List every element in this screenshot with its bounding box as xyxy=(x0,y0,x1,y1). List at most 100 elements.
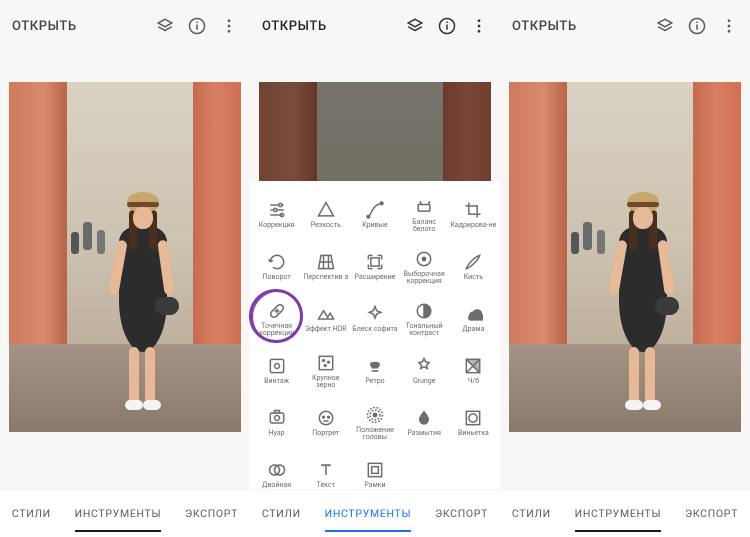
screen-main-left: ОТКРЫТЬ xyxy=(0,0,250,537)
rotate-icon xyxy=(267,252,287,272)
tool-label: Блеск софита xyxy=(352,326,397,333)
white-bal-icon xyxy=(414,197,434,217)
tool-rotate[interactable]: Поворот xyxy=(252,241,301,293)
grainy-icon xyxy=(316,353,336,373)
tab-styles[interactable]: СТИЛИ xyxy=(508,501,555,526)
more-icon[interactable] xyxy=(720,17,738,35)
tool-label: Ч/б xyxy=(468,378,480,385)
tool-retrolux[interactable]: Ретро xyxy=(350,345,399,397)
tool-expand[interactable]: Расширение xyxy=(350,241,399,293)
tool-label: Положение головы xyxy=(352,427,398,442)
screen-tools-open: ОТКРЫТЬ xyxy=(250,0,500,537)
tool-noir[interactable]: Нуар xyxy=(252,397,301,449)
info-icon[interactable] xyxy=(688,17,706,35)
tool-brush[interactable]: Кисть xyxy=(449,241,498,293)
bottom-nav: СТИЛИ ИНСТРУМЕНТЫ ЭКСПОРТ xyxy=(250,489,500,537)
portrait-icon xyxy=(316,408,336,428)
tool-drama[interactable]: Драма xyxy=(449,293,498,345)
tool-label: Резкость xyxy=(311,222,341,229)
healing-icon xyxy=(267,301,287,321)
tool-white-bal[interactable]: Баланс белого xyxy=(400,189,449,241)
tab-export[interactable]: ЭКСПОРТ xyxy=(181,501,242,526)
tool-label: Кисть xyxy=(464,274,483,281)
info-icon[interactable] xyxy=(438,17,456,35)
tool-perspective[interactable]: Перспектив а xyxy=(301,241,350,293)
canvas-area xyxy=(500,52,750,489)
tool-label: Нуар xyxy=(269,430,285,437)
tab-tools[interactable]: ИНСТРУМЕНТЫ xyxy=(321,501,416,526)
tab-styles[interactable]: СТИЛИ xyxy=(258,501,305,526)
tool-selective[interactable]: Выборочная коррекция xyxy=(400,241,449,293)
tool-label: Тональный контраст xyxy=(401,323,447,338)
tool-label: Выборочная коррекция xyxy=(401,271,447,286)
tool-grainy[interactable]: Крупное зерно xyxy=(301,345,350,397)
text-icon xyxy=(316,460,336,480)
tool-label: Ретро xyxy=(365,378,384,385)
selective-icon xyxy=(414,249,434,269)
tool-tonal[interactable]: Тональный контраст xyxy=(400,293,449,345)
brush-icon xyxy=(463,252,483,272)
vintage-icon xyxy=(267,356,287,376)
tools-grid: Коррекция Резкость КривыеБаланс белогоКадр… xyxy=(250,189,500,501)
tool-label: Поворот xyxy=(262,274,290,281)
tab-export[interactable]: ЭКСПОРТ xyxy=(681,501,742,526)
tool-crop[interactable]: Кадрирова-не xyxy=(449,189,498,241)
open-button[interactable]: ОТКРЫТЬ xyxy=(512,19,642,34)
curves-icon xyxy=(365,200,385,220)
tools-sheet: Коррекция Резкость КривыеБаланс белогоКадр… xyxy=(250,181,500,489)
expand-icon xyxy=(365,252,385,272)
tool-label: Размытия xyxy=(407,430,441,437)
tool-healing[interactable]: Точечная коррекция xyxy=(252,293,301,345)
tool-details[interactable]: Резкость xyxy=(301,189,350,241)
screen-main-right: ОТКРЫТЬ xyxy=(500,0,750,537)
info-icon[interactable] xyxy=(188,17,206,35)
crop-icon xyxy=(463,200,483,220)
tool-label: Точечная коррекция xyxy=(254,323,300,338)
topbar: ОТКРЫТЬ xyxy=(500,0,750,52)
bw-icon xyxy=(463,356,483,376)
tool-label: Расширение xyxy=(354,274,395,281)
tool-bw[interactable]: Ч/б xyxy=(449,345,498,397)
layers-icon[interactable] xyxy=(156,17,174,35)
tool-label: Кадрирова-не xyxy=(450,222,496,229)
topbar: ОТКРЫТЬ xyxy=(250,0,500,52)
topbar: ОТКРЫТЬ xyxy=(0,0,250,52)
tool-grunge[interactable]: Grunge xyxy=(400,345,449,397)
layers-icon[interactable] xyxy=(656,17,674,35)
tool-glamour[interactable]: Блеск софита xyxy=(350,293,399,345)
tool-curves[interactable]: Кривые xyxy=(350,189,399,241)
tool-portrait[interactable]: Портрет xyxy=(301,397,350,449)
tonal-icon xyxy=(414,301,434,321)
tool-vintage[interactable]: Винтаж xyxy=(252,345,301,397)
tool-label: Grunge xyxy=(413,378,436,385)
tool-hdr[interactable]: Эффект HDR xyxy=(301,293,350,345)
tool-headpose[interactable]: Положение головы xyxy=(350,397,399,449)
tune-icon xyxy=(267,200,287,220)
tool-label: Драма xyxy=(462,326,484,333)
tool-blur[interactable]: Размытия xyxy=(400,397,449,449)
tab-tools[interactable]: ИНСТРУМЕНТЫ xyxy=(71,501,166,526)
tab-export[interactable]: ЭКСПОРТ xyxy=(431,501,492,526)
tool-tune[interactable]: Коррекция xyxy=(252,189,301,241)
tool-label: Эффект HDR xyxy=(305,326,346,333)
tool-label: Перспектив а xyxy=(303,274,348,281)
photo-preview[interactable] xyxy=(509,82,741,432)
open-button[interactable]: ОТКРЫТЬ xyxy=(262,19,392,34)
tool-label: Виньетка xyxy=(458,430,489,437)
glamour-icon xyxy=(365,304,385,324)
tab-tools[interactable]: ИНСТРУМЕНТЫ xyxy=(571,501,666,526)
frames-icon xyxy=(365,460,385,480)
more-icon[interactable] xyxy=(220,17,238,35)
details-icon xyxy=(316,200,336,220)
headpose-icon xyxy=(365,405,385,425)
hdr-icon xyxy=(316,304,336,324)
tab-styles[interactable]: СТИЛИ xyxy=(8,501,55,526)
noir-icon xyxy=(267,408,287,428)
photo-preview[interactable] xyxy=(9,82,241,432)
tool-vignette[interactable]: Виньетка xyxy=(449,397,498,449)
tool-label: Коррекция xyxy=(259,222,295,229)
open-button[interactable]: ОТКРЫТЬ xyxy=(12,19,142,34)
bottom-nav: СТИЛИ ИНСТРУМЕНТЫ ЭКСПОРТ xyxy=(0,489,250,537)
layers-icon[interactable] xyxy=(406,17,424,35)
more-icon[interactable] xyxy=(470,17,488,35)
